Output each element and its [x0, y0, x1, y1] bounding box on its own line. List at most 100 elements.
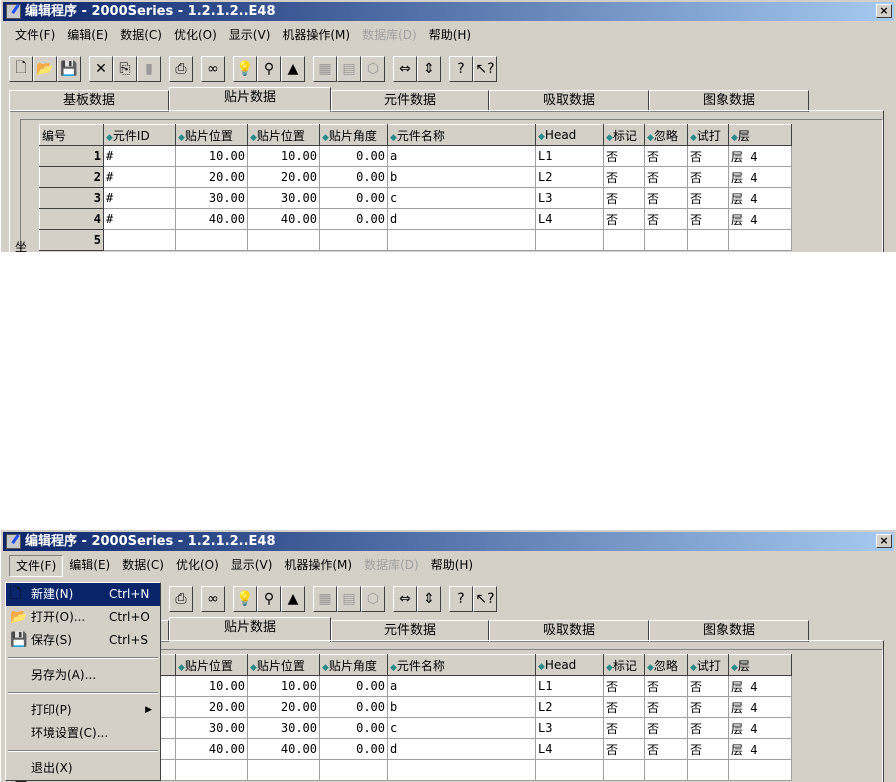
table-cell[interactable]: L1 — [535, 675, 604, 697]
lightbulb-button[interactable]: 💡 — [233, 586, 257, 612]
file-menu-item-4[interactable]: 另存为(A)... — [6, 664, 160, 687]
table-cell[interactable]: 层 4 — [728, 187, 792, 209]
file-menu-item-9[interactable]: 退出(X) — [6, 757, 160, 780]
table-cell[interactable]: c — [387, 717, 536, 739]
table-cell[interactable]: 否 — [603, 145, 645, 167]
table-cell[interactable] — [175, 759, 248, 781]
table-cell[interactable]: 40.00 — [247, 738, 320, 760]
menu-7[interactable]: 帮助(H) — [423, 25, 477, 47]
table-cell[interactable]: 否 — [687, 145, 729, 167]
row-header[interactable]: 1 — [39, 145, 104, 167]
menu-1[interactable]: 编辑(E) — [63, 555, 116, 577]
table-cell[interactable]: 30.00 — [175, 187, 248, 209]
table-cell[interactable]: 否 — [687, 738, 729, 760]
tab-1[interactable]: 贴片数据 — [169, 87, 331, 112]
table-cell[interactable]: 否 — [687, 187, 729, 209]
table-cell[interactable]: 30.00 — [247, 717, 320, 739]
table-cell[interactable]: 层 4 — [728, 717, 792, 739]
table-cell[interactable]: a — [387, 145, 536, 167]
table-cell[interactable]: L4 — [535, 738, 604, 760]
table-cell[interactable]: L2 — [535, 696, 604, 718]
column-header[interactable]: ◆贴片位置 — [175, 124, 248, 146]
file-menu-item-2[interactable]: 💾 保存(S) Ctrl+S — [6, 629, 160, 652]
table-cell[interactable]: 否 — [644, 145, 688, 167]
table-cell[interactable]: 否 — [644, 166, 688, 188]
table-cell[interactable]: 层 4 — [728, 738, 792, 760]
tab-2[interactable]: 元件数据 — [331, 620, 489, 642]
close-button[interactable]: × — [876, 4, 892, 18]
package-button[interactable]: ⬡ — [361, 56, 385, 82]
table-cell[interactable] — [103, 229, 176, 251]
menu-0[interactable]: 文件(F) — [9, 555, 64, 577]
table-cell[interactable]: 否 — [644, 187, 688, 209]
table-cell[interactable] — [603, 229, 645, 251]
table-cell[interactable] — [644, 229, 688, 251]
table-cell[interactable]: b — [387, 166, 536, 188]
table-cell[interactable]: L3 — [535, 187, 604, 209]
table-cell[interactable]: 否 — [644, 717, 688, 739]
menu-3[interactable]: 优化(O) — [168, 25, 223, 47]
table-cell[interactable]: 40.00 — [175, 208, 248, 230]
table-cell[interactable]: 10.00 — [175, 145, 248, 167]
column-header[interactable]: ◆贴片位置 — [175, 654, 248, 676]
table-cell[interactable]: 否 — [644, 696, 688, 718]
swap-horizontal-button[interactable]: ⇔ — [393, 586, 417, 612]
table-cell[interactable]: c — [387, 187, 536, 209]
table-cell[interactable]: # — [103, 166, 176, 188]
table-cell[interactable]: 否 — [687, 696, 729, 718]
swap-vertical-button[interactable]: ⇕ — [417, 586, 441, 612]
file-menu-item-0[interactable]: 🗋 新建(N) Ctrl+N — [6, 583, 160, 606]
column-header[interactable]: ◆贴片位置 — [247, 124, 320, 146]
close-button[interactable]: × — [876, 534, 892, 548]
table-cell[interactable] — [387, 759, 536, 781]
table-cell[interactable]: 30.00 — [175, 717, 248, 739]
menu-2[interactable]: 数据(C) — [116, 555, 170, 577]
tab-1[interactable]: 贴片数据 — [169, 617, 331, 642]
column-header[interactable]: ◆忽略 — [644, 124, 688, 146]
chip-button[interactable]: ▤ — [337, 56, 361, 82]
table-cell[interactable] — [319, 229, 388, 251]
chip-button[interactable]: ▤ — [337, 586, 361, 612]
column-header[interactable]: ◆贴片角度 — [319, 654, 388, 676]
table-cell[interactable]: 否 — [603, 738, 645, 760]
table-cell[interactable]: 层 4 — [728, 166, 792, 188]
copy-button[interactable]: ⎘ — [113, 56, 137, 82]
table-cell[interactable] — [728, 759, 792, 781]
column-header[interactable]: ◆标记 — [603, 124, 645, 146]
table-cell[interactable]: b — [387, 696, 536, 718]
table-cell[interactable]: L1 — [535, 145, 604, 167]
table-cell[interactable]: 20.00 — [175, 166, 248, 188]
table-cell[interactable]: 0.00 — [319, 696, 388, 718]
column-header[interactable]: ◆层 — [728, 124, 792, 146]
table-cell[interactable]: 0.00 — [319, 166, 388, 188]
table-cell[interactable] — [687, 229, 729, 251]
table-cell[interactable] — [175, 229, 248, 251]
table-cell[interactable]: 40.00 — [247, 208, 320, 230]
tab-3[interactable]: 吸取数据 — [489, 620, 649, 642]
table-cell[interactable] — [687, 759, 729, 781]
menu-1[interactable]: 编辑(E) — [61, 25, 114, 47]
context-help-button[interactable]: ↖? — [473, 586, 497, 612]
table-cell[interactable]: 否 — [603, 208, 645, 230]
table-cell[interactable]: # — [103, 145, 176, 167]
table-cell[interactable]: 0.00 — [319, 187, 388, 209]
table-cell[interactable]: 20.00 — [175, 696, 248, 718]
new-file-button[interactable]: 🗋 — [9, 56, 33, 82]
table-cell[interactable] — [728, 229, 792, 251]
table-cell[interactable]: 0.00 — [319, 738, 388, 760]
column-header[interactable]: ◆贴片位置 — [247, 654, 320, 676]
paste-button[interactable]: ▮ — [137, 56, 161, 82]
column-header[interactable]: 编号 — [39, 124, 104, 146]
column-header[interactable]: ◆忽略 — [644, 654, 688, 676]
column-header[interactable]: ◆贴片角度 — [319, 124, 388, 146]
table-cell[interactable]: 20.00 — [247, 166, 320, 188]
table-cell[interactable] — [247, 759, 320, 781]
file-menu-item-6[interactable]: 打印(P) ▶ — [6, 699, 160, 722]
delete-button[interactable]: ✕ — [89, 56, 113, 82]
component-button[interactable]: ▦ — [313, 586, 337, 612]
menu-3[interactable]: 优化(O) — [170, 555, 225, 577]
table-cell[interactable] — [603, 759, 645, 781]
table-cell[interactable]: 10.00 — [247, 675, 320, 697]
table-cell[interactable]: # — [103, 187, 176, 209]
table-cell[interactable]: 30.00 — [247, 187, 320, 209]
